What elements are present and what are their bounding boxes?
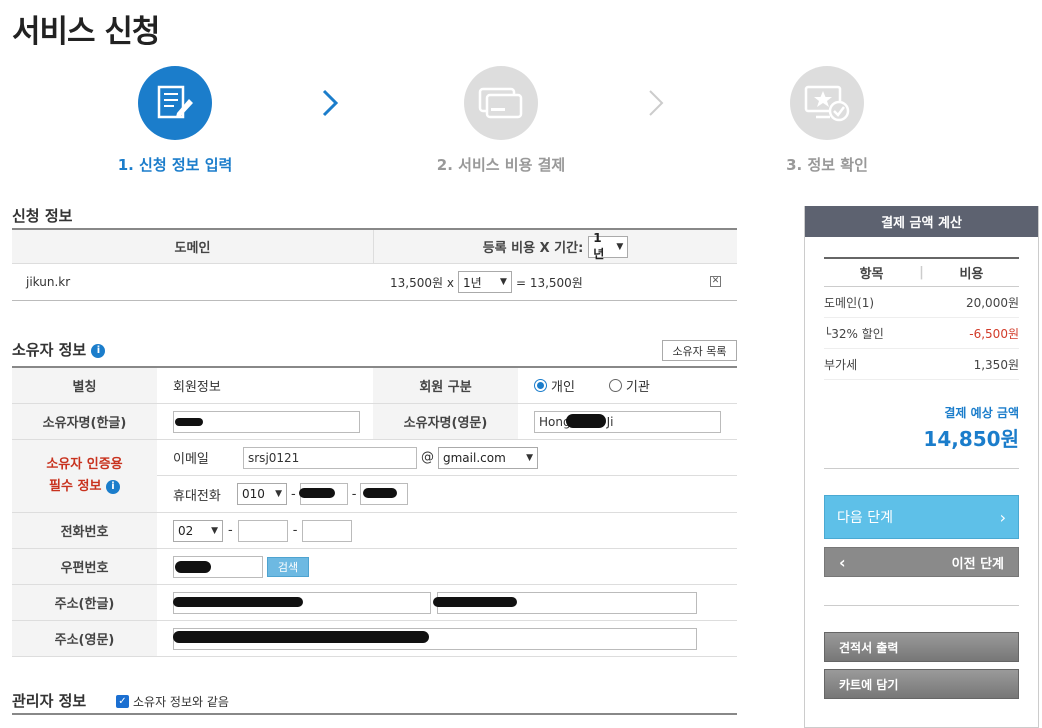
chevron-down-icon: ▼: [616, 241, 624, 252]
summary-row: 부가세 1,350원: [824, 349, 1019, 380]
step-2: 2. 서비스 비용 결제: [401, 66, 601, 175]
mobile-label: 휴대전화: [173, 488, 221, 504]
owner-list-button[interactable]: 소유자 목록: [662, 340, 737, 361]
payment-summary: 결제 금액 계산 항목 | 비용 도메인(1) 20,000원 └32% 할인 …: [804, 206, 1039, 728]
owner-name-en-label: 소유자명(영문): [373, 404, 518, 439]
email-label: 이메일: [173, 452, 209, 467]
domain-cell: jikun.kr: [26, 275, 71, 289]
address-ko-label: 주소(한글): [12, 585, 157, 620]
owner-name-en-input[interactable]: Hong Ji: [534, 410, 721, 433]
owner-section-title: 소유자 정보 i: [12, 339, 106, 360]
sidebar-col-item: 항목: [859, 267, 884, 282]
owner-table: 별칭 회원정보 회원 구분 개인 기관 소유자명(한글) 소유자명(영문) Ho…: [12, 366, 737, 657]
print-estimate-button[interactable]: 견적서 출력: [824, 632, 1019, 662]
chevron-right-icon: [322, 89, 339, 117]
sidebar-col-cost: 비용: [959, 267, 984, 282]
zip-label: 우편번호: [12, 549, 157, 584]
step-2-label: 2. 서비스 비용 결제: [436, 156, 566, 174]
zip-search-button[interactable]: 검색: [267, 556, 309, 577]
chevron-left-icon: ‹: [839, 552, 846, 572]
chevron-down-icon: ▼: [500, 277, 507, 287]
phone-mid-input[interactable]: [237, 519, 288, 542]
credit-card-icon: [478, 87, 523, 119]
step-2-circle: [464, 66, 538, 140]
period-select-row[interactable]: 1년 ▼: [457, 271, 512, 293]
step-1: 1. 신청 정보 입력: [75, 66, 275, 175]
total-label: 결제 예상 금액: [944, 406, 1019, 420]
admin-section-title: 관리자 정보: [12, 692, 87, 710]
period-select-header[interactable]: 1년 ▼: [588, 231, 629, 261]
phone-label: 전화번호: [12, 513, 157, 548]
info-icon[interactable]: i: [91, 343, 106, 358]
application-section-title: 신청 정보: [12, 207, 73, 225]
phone-last-input[interactable]: [302, 519, 353, 542]
chevron-down-icon: ▼: [526, 452, 533, 463]
cost-column-header: 등록 비용 X 기간: 1년 ▼: [374, 230, 737, 263]
same-as-owner-checkbox[interactable]: ✓: [116, 695, 129, 708]
close-icon[interactable]: ✕: [710, 276, 721, 287]
email-id-input[interactable]: srsj0121: [243, 446, 417, 469]
cost-cell: 13,500원 x 1년 ▼ = 13,500원 ✕: [374, 264, 737, 300]
add-to-cart-button[interactable]: 카트에 담기: [824, 669, 1019, 699]
table-row: jikun.kr 13,500원 x 1년 ▼ = 13,500원 ✕: [12, 264, 737, 300]
member-type-label: 회원 구분: [373, 368, 518, 403]
chevron-down-icon: ▼: [275, 489, 282, 499]
mobile-prefix-select[interactable]: 010 ▼: [237, 483, 287, 505]
domain-table: 도메인 등록 비용 X 기간: 1년 ▼ jikun.kr 13,500원 x 1…: [12, 228, 737, 301]
email-domain-select[interactable]: gmail.com ▼: [438, 446, 538, 469]
member-type-org-radio[interactable]: [608, 379, 622, 392]
summary-row: 도메인(1) 20,000원: [824, 287, 1019, 318]
chevron-down-icon: ▼: [211, 525, 218, 536]
member-type-radios: 개인 기관: [518, 368, 650, 403]
address-en-label: 주소(영문): [12, 621, 157, 656]
step-1-circle: [138, 66, 212, 140]
step-1-label: 1. 신청 정보 입력: [117, 156, 233, 174]
chevron-right-icon: [649, 90, 664, 116]
prev-step-button[interactable]: ‹ 이전 단계: [824, 547, 1019, 577]
chevron-right-icon: ›: [999, 507, 1006, 527]
payment-summary-title: 결제 금액 계산: [805, 206, 1038, 237]
next-step-button[interactable]: 다음 단계 ›: [824, 495, 1019, 539]
step-3: 3. 정보 확인: [727, 66, 927, 175]
alias-value: 회원정보: [173, 380, 221, 395]
page-title: 서비스 신청: [12, 14, 160, 50]
form-edit-icon: [157, 85, 193, 119]
same-as-owner: ✓ 소유자 정보와 같음: [116, 693, 229, 710]
auth-required-label: 소유자 인증용 필수 정보 i: [12, 440, 157, 512]
step-3-label: 3. 정보 확인: [786, 156, 868, 174]
member-type-individual-radio[interactable]: [534, 379, 547, 392]
total-value: 14,850원: [923, 427, 1019, 451]
info-icon[interactable]: i: [105, 479, 120, 494]
alias-label: 별칭: [12, 368, 157, 403]
admin-table-top: [12, 713, 737, 715]
domain-column-header: 도메인: [12, 230, 374, 263]
phone-prefix-select[interactable]: 02 ▼: [173, 519, 223, 542]
monitor-check-icon: [804, 85, 850, 122]
step-3-circle: [790, 66, 864, 140]
summary-row: └32% 할인 -6,500원: [824, 318, 1019, 349]
owner-name-ko-label: 소유자명(한글): [12, 404, 157, 439]
